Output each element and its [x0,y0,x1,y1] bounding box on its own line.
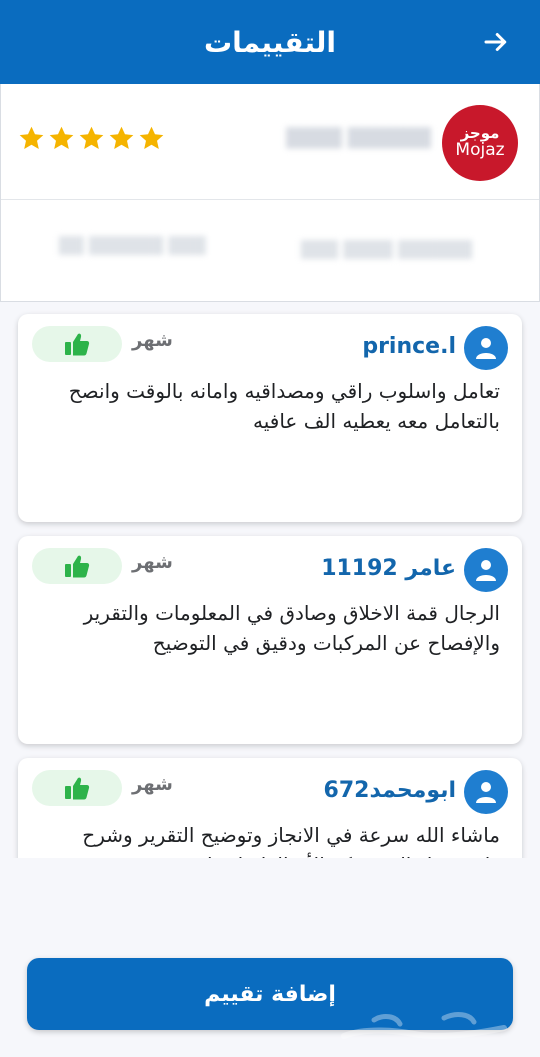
review-time: شهر [132,552,173,573]
user-avatar [464,548,508,592]
user-icon [476,782,496,803]
provider-name-blurred: ████ ██████ [286,128,431,149]
star-icon [19,126,44,149]
thumbs-up-icon [65,777,90,800]
reviewer-name: عامر 11192 [321,556,456,581]
user-icon [476,560,496,581]
review-card: prince.l شهر تعامل واسلوب راقي ومصداقيه … [18,314,522,522]
like-button[interactable] [32,770,122,806]
rating-stars [18,125,165,152]
provider-detail-blurred: ███ ████ ██████ [301,240,473,259]
arrow-right-icon [484,33,507,51]
logo-text-english: Mojaz [455,139,505,160]
star-icon [139,126,164,149]
user-icon [476,338,496,359]
star-icon [79,126,104,149]
like-button[interactable] [32,326,122,362]
back-button[interactable] [478,24,514,60]
like-button[interactable] [32,548,122,584]
page-title: التقييمات [204,25,336,59]
review-time: شهر [132,330,173,351]
reviewer-name: prince.l [362,334,456,359]
review-time: شهر [132,774,173,795]
star-icon [49,126,74,149]
review-text: الرجال قمة الاخلاق وصادق في المعلومات وا… [83,601,500,655]
app-header: التقييمات [0,0,540,84]
provider-card: موجز Mojaz ████ ██████ ███ ████ ██████ █… [0,84,540,302]
watermark-logo [341,1012,507,1039]
user-avatar [464,326,508,370]
thumbs-up-icon [65,333,90,356]
provider-detail-blurred-2: ██ ██████ ███ [59,236,206,255]
provider-logo: موجز Mojaz [442,105,518,181]
reviewer-name: ابومحمد672 [323,778,456,803]
review-card: ابومحمد672 شهر ماشاء الله سرعة في الانجا… [18,758,522,858]
review-text: ماشاء الله سرعة في الانجاز وتوضيح التقري… [82,823,500,858]
add-review-label: إضافة تقييم [204,981,336,1007]
provider-summary: موجز Mojaz ████ ██████ [1,84,539,200]
user-avatar [464,770,508,814]
star-icon [109,126,134,149]
reviews-list[interactable]: prince.l شهر تعامل واسلوب راقي ومصداقيه … [0,302,540,858]
review-card: عامر 11192 شهر الرجال قمة الاخلاق وصادق … [18,536,522,744]
thumbs-up-icon [65,555,90,578]
review-text: تعامل واسلوب راقي ومصداقيه وامانه بالوقت… [68,379,500,433]
